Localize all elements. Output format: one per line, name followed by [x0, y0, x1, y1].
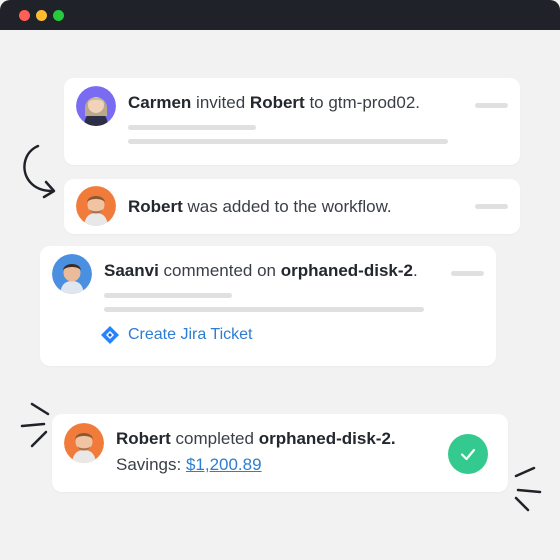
activity-text: Robert completed orphaned-disk-2. [116, 429, 396, 449]
activity-text: Robert was added to the workflow. [128, 197, 392, 217]
spark-right-icon [514, 466, 542, 512]
activity-verb: invited [196, 93, 246, 112]
activity-verb: completed [175, 429, 254, 448]
object-name[interactable]: Robert [250, 93, 305, 112]
timestamp-placeholder [475, 204, 508, 209]
activity-card-invite[interactable]: Carmen invited Robert to gtm-prod02. [64, 78, 520, 165]
object-name[interactable]: orphaned-disk-2. [259, 429, 396, 448]
savings-amount-link[interactable]: $1,200.89 [186, 455, 262, 474]
minimize-window-button[interactable] [36, 10, 47, 21]
avatar-robert [76, 186, 116, 226]
avatar-robert [64, 423, 104, 463]
placeholder-line [128, 125, 256, 130]
activity-text: Carmen invited Robert to gtm-prod02. [128, 93, 420, 113]
savings-label: Savings: [116, 455, 182, 474]
timestamp-placeholder [475, 103, 508, 108]
create-jira-ticket-label: Create Jira Ticket [128, 326, 253, 343]
actor-name[interactable]: Robert [128, 197, 183, 216]
jira-icon [101, 326, 119, 344]
activity-text: Saanvi commented on orphaned-disk-2. [104, 261, 418, 280]
checkmark-icon [460, 448, 476, 461]
object-name[interactable]: orphaned-disk-2 [281, 261, 413, 280]
avatar-saanvi [52, 254, 92, 294]
completed-status-badge [448, 434, 488, 474]
spark-left-icon [20, 402, 50, 448]
create-jira-ticket-button[interactable]: Create Jira Ticket [100, 325, 252, 345]
activity-description: was added to the workflow. [187, 197, 392, 216]
activity-verb: commented on [163, 261, 276, 280]
placeholder-line [104, 293, 232, 298]
actor-name[interactable]: Carmen [128, 93, 191, 112]
curved-arrow-icon [23, 144, 56, 199]
placeholder-line [128, 139, 448, 144]
placeholder-line [104, 307, 424, 312]
avatar-carmen [76, 86, 116, 126]
activity-target: to gtm-prod02. [309, 93, 420, 112]
savings-line: Savings: $1,200.89 [116, 455, 262, 475]
maximize-window-button[interactable] [53, 10, 64, 21]
activity-card-comment[interactable]: Saanvi commented on orphaned-disk-2. Cre… [40, 246, 496, 366]
window-titlebar [0, 0, 560, 30]
activity-card-completed[interactable]: Robert completed orphaned-disk-2. Saving… [52, 414, 508, 492]
activity-card-added[interactable]: Robert was added to the workflow. [64, 179, 520, 234]
timestamp-placeholder [451, 271, 484, 276]
close-window-button[interactable] [19, 10, 30, 21]
actor-name[interactable]: Robert [116, 429, 171, 448]
actor-name[interactable]: Saanvi [104, 261, 159, 280]
